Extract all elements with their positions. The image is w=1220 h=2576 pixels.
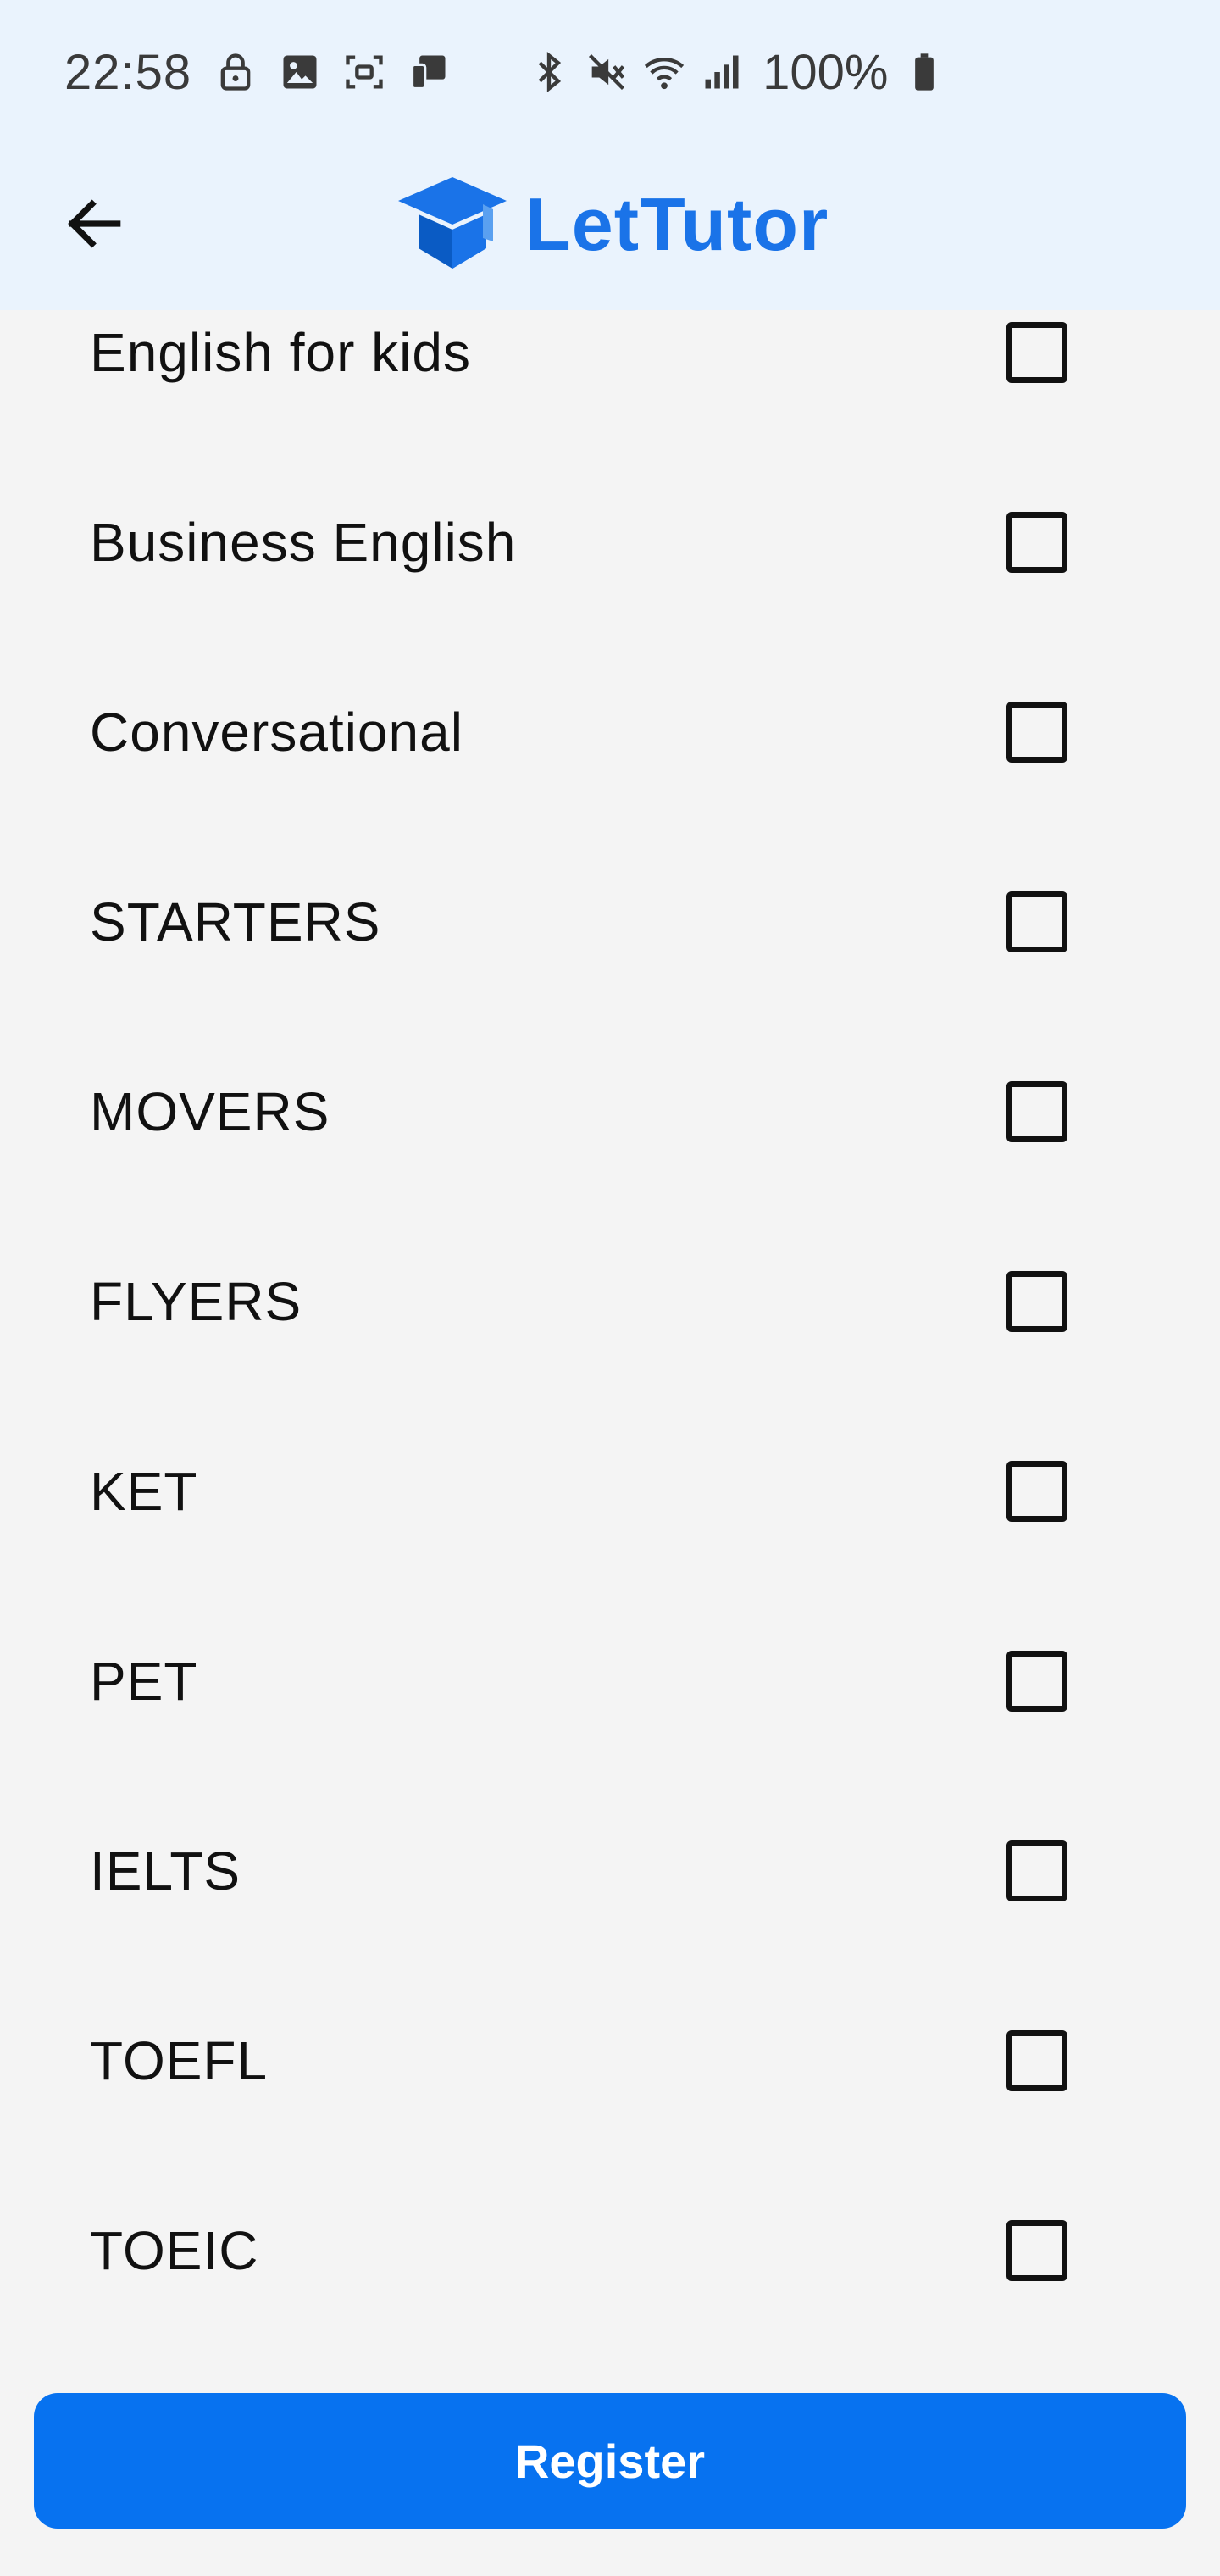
mute-icon (589, 53, 625, 91)
specialty-label: Conversational (90, 702, 463, 763)
back-button[interactable] (53, 181, 137, 266)
status-icons-right: 100% (527, 44, 946, 101)
specialty-row[interactable]: MOVERS (0, 1017, 1220, 1207)
specialty-label: English for kids (90, 322, 471, 383)
specialty-checkbox[interactable] (1006, 2030, 1068, 2091)
specialty-row[interactable]: TOEFL (0, 1966, 1220, 2156)
battery-icon (914, 53, 934, 91)
signal-icon (705, 55, 739, 89)
specialty-row[interactable]: Business English (0, 447, 1220, 637)
specialty-row[interactable]: STARTERS (0, 827, 1220, 1017)
register-button[interactable]: Register (34, 2393, 1186, 2529)
app-logo: LetTutor (395, 161, 829, 288)
lock-icon (220, 53, 251, 91)
specialty-label: IELTS (90, 1840, 241, 1901)
specialty-label: PET (90, 1651, 198, 1712)
specialty-label: STARTERS (90, 891, 381, 952)
bluetooth-icon (538, 51, 562, 93)
app-bar: LetTutor (0, 144, 1220, 310)
app-header: 22:58 100% LetTutor (0, 0, 1220, 310)
specialty-checkbox[interactable] (1006, 1461, 1068, 1522)
specialty-label: KET (90, 1461, 198, 1522)
image-icon (283, 55, 317, 89)
graduation-cap-icon (398, 177, 507, 269)
specialty-label: TOEFL (90, 2030, 269, 2091)
battery-percent: 100% (762, 44, 889, 100)
specialty-row[interactable]: KET (0, 1396, 1220, 1586)
specialty-checkbox[interactable] (1006, 1271, 1068, 1332)
logo-text: LetTutor (525, 182, 829, 266)
specialty-checkbox[interactable] (1006, 322, 1068, 383)
status-time: 22:58 (64, 44, 192, 100)
specialty-label: Business English (90, 512, 517, 573)
specialty-checkbox[interactable] (1006, 1081, 1068, 1142)
specialty-row[interactable]: FLYERS (0, 1207, 1220, 1396)
status-icons-left (214, 50, 451, 94)
specialty-checkbox[interactable] (1006, 1840, 1068, 1901)
specialty-checkbox[interactable] (1006, 512, 1068, 573)
specialty-row[interactable]: IELTS (0, 1776, 1220, 1966)
specialty-checkbox[interactable] (1006, 702, 1068, 763)
specialty-row[interactable]: Conversational (0, 637, 1220, 827)
specialty-checkbox[interactable] (1006, 891, 1068, 952)
specialty-row[interactable]: TOEIC (0, 2156, 1220, 2346)
cast-icon (411, 55, 446, 91)
specialty-checkbox[interactable] (1006, 2220, 1068, 2281)
specialty-label: TOEIC (90, 2220, 259, 2281)
specialty-checkbox[interactable] (1006, 1651, 1068, 1712)
status-bar: 22:58 100% (0, 0, 1220, 144)
specialty-row[interactable]: PET (0, 1586, 1220, 1776)
wifi-icon (645, 58, 685, 90)
specialty-label: MOVERS (90, 1081, 330, 1142)
screenshot-icon (346, 55, 383, 89)
specialty-label: FLYERS (90, 1271, 302, 1332)
arrow-left-icon (68, 199, 121, 248)
